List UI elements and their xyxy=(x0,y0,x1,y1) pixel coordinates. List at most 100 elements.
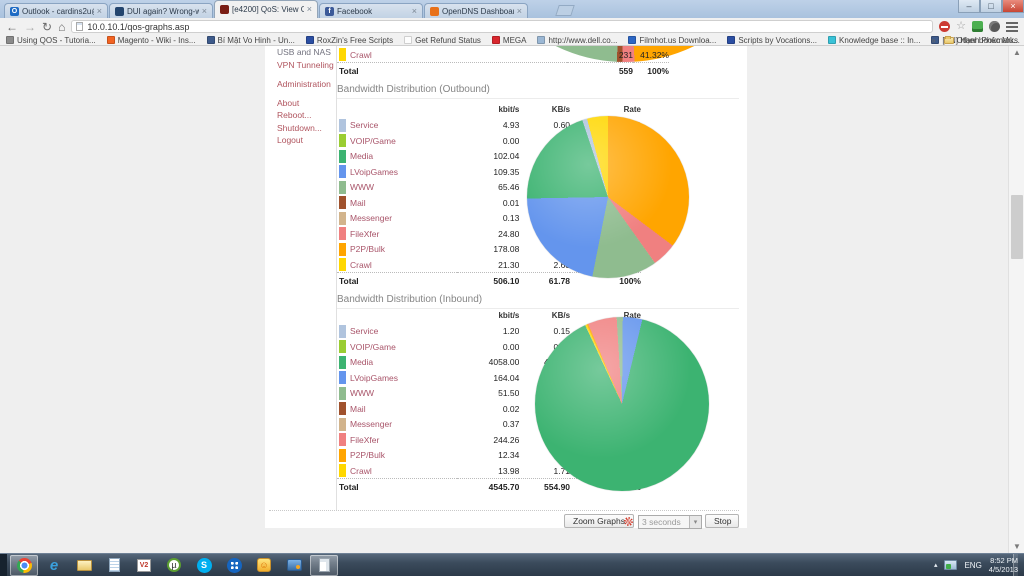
taskbar-app-icon[interactable] xyxy=(280,555,308,576)
scroll-up-icon[interactable]: ▲ xyxy=(1009,46,1024,59)
tab-close-icon[interactable]: × xyxy=(202,7,207,16)
sidebar-item[interactable]: Shutdown... xyxy=(277,123,335,133)
bookmark-star-icon[interactable]: ☆ xyxy=(956,21,966,32)
category-label: LVoipGames xyxy=(350,373,398,383)
kbit-value: 0.00 xyxy=(457,133,520,149)
tab-favicon xyxy=(220,5,229,14)
category-label: Service xyxy=(350,120,378,130)
chevron-down-icon: ▾ xyxy=(689,516,701,528)
category-label: WWW xyxy=(350,182,374,192)
taskbar-app-icon[interactable] xyxy=(100,555,128,576)
browser-tab[interactable]: DUI again? Wrong-way cr... × xyxy=(109,3,213,18)
bookmark-favicon xyxy=(492,36,500,44)
bookmark-item[interactable]: Using QOS - Tutoria... xyxy=(6,36,96,45)
taskbar-app-icon[interactable] xyxy=(70,555,98,576)
vertical-scrollbar[interactable]: ▲ ▼ xyxy=(1008,46,1024,553)
close-button[interactable]: × xyxy=(1002,0,1024,13)
bookmark-item[interactable]: [VN] Hạnh Phúc Mu... xyxy=(931,36,1019,45)
sidebar-item[interactable]: Reboot... xyxy=(277,110,335,120)
browser-tab[interactable]: O Outlook - cardins2u@liv... × xyxy=(4,3,108,18)
sidebar-item[interactable]: Administration xyxy=(277,79,335,89)
category-swatch xyxy=(339,243,346,256)
forward-icon[interactable]: → xyxy=(24,21,36,33)
sidebar-item[interactable]: USB and NAS xyxy=(277,47,335,57)
app-glyph: e xyxy=(50,558,58,573)
back-icon[interactable]: ← xyxy=(6,21,18,33)
taskbar-app-icon[interactable]: ☺ xyxy=(250,555,278,576)
app-glyph: ☺ xyxy=(257,558,271,572)
kbit-value: 4.93 xyxy=(457,118,520,134)
taskbar-app-icon[interactable]: S xyxy=(190,555,218,576)
sidebar-item[interactable]: Logout xyxy=(277,135,335,145)
category-label: P2P/Bulk xyxy=(350,450,385,460)
tab-title: Outlook - cardins2u@liv... xyxy=(22,7,94,16)
category-label: VOIP/Game xyxy=(350,342,396,352)
stop-button[interactable]: Stop xyxy=(705,514,739,528)
green-extension-icon[interactable] xyxy=(972,21,983,32)
network-icon[interactable] xyxy=(944,560,957,570)
category-swatch xyxy=(339,371,346,384)
scroll-down-icon[interactable]: ▼ xyxy=(1009,540,1024,553)
url-text[interactable]: 10.0.10.1/qos-graphs.asp xyxy=(87,22,189,32)
tab-title: DUI again? Wrong-way cr... xyxy=(127,7,199,16)
start-button-edge[interactable] xyxy=(0,554,7,576)
sidebar-item[interactable]: About xyxy=(277,98,335,108)
tray-expand-icon[interactable]: ▴ xyxy=(934,561,938,569)
home-icon[interactable]: ⌂ xyxy=(58,21,65,33)
browser-tab[interactable]: f Facebook × xyxy=(319,3,423,18)
bookmark-item[interactable]: Scripts by Vocations... xyxy=(727,36,817,45)
category-label: FileXfer xyxy=(350,229,379,239)
tab-close-icon[interactable]: × xyxy=(412,7,417,16)
taskbar-app-icon[interactable]: µ xyxy=(160,555,188,576)
category-swatch xyxy=(339,402,346,415)
kbit-value: 4058.00 xyxy=(457,355,520,371)
bookmark-favicon xyxy=(628,36,636,44)
language-indicator[interactable]: ENG xyxy=(964,561,981,570)
taskbar-app-icon[interactable] xyxy=(220,555,248,576)
category-swatch xyxy=(339,196,346,209)
bookmark-item[interactable]: http://www.dell.co... xyxy=(537,36,617,45)
kbit-value: 0.37 xyxy=(457,417,520,433)
bookmark-favicon xyxy=(207,36,215,44)
tab-close-icon[interactable]: × xyxy=(97,7,102,16)
category-swatch xyxy=(339,165,346,178)
kbit-value: 0.00 xyxy=(457,339,520,355)
category-swatch xyxy=(339,150,346,163)
taskbar-app-icon[interactable] xyxy=(310,555,338,576)
scrollbar-thumb[interactable] xyxy=(1011,195,1023,259)
browser-tab[interactable]: [e4200] QoS: View Graphs × xyxy=(214,0,318,18)
kbit-value: 109.35 xyxy=(457,164,520,180)
refresh-interval-select[interactable]: 3 seconds ▾ xyxy=(638,515,702,529)
app-glyph xyxy=(319,558,330,572)
reload-icon[interactable]: ↻ xyxy=(42,21,52,33)
bookmark-item[interactable]: Bí Mật Vo Hinh - Un... xyxy=(207,36,295,45)
tab-title: Facebook xyxy=(337,7,409,16)
bookmark-item[interactable]: Filmhot.us Downloa... xyxy=(628,36,716,45)
chrome-menu-icon[interactable] xyxy=(1006,22,1018,32)
category-label: LVoipGames xyxy=(350,167,398,177)
bookmark-label: [VN] Hạnh Phúc Mu... xyxy=(942,36,1019,45)
router-page-content: USB and NAS VPN Tunneling Administration… xyxy=(265,46,747,528)
bookmark-item[interactable]: Knowledge base :: In... xyxy=(828,36,920,45)
bookmark-item[interactable]: RoxZin's Free Scripts xyxy=(306,36,393,45)
show-desktop-button[interactable] xyxy=(1013,554,1018,576)
adblock-extension-icon[interactable] xyxy=(939,21,950,32)
taskbar-app-icon[interactable] xyxy=(10,555,38,576)
bookmark-item[interactable]: MEGA xyxy=(492,36,527,45)
new-tab-button[interactable] xyxy=(555,5,575,16)
address-bar[interactable]: 10.0.10.1/qos-graphs.asp xyxy=(71,20,933,33)
taskbar-app-icon[interactable]: e xyxy=(40,555,68,576)
taskbar-app-icon[interactable]: V2 xyxy=(130,555,158,576)
maximize-button[interactable]: □ xyxy=(980,0,1002,13)
tab-close-icon[interactable]: × xyxy=(517,7,522,16)
category-swatch xyxy=(339,464,346,477)
sidebar-item[interactable]: VPN Tunneling xyxy=(277,60,335,70)
tab-close-icon[interactable]: × xyxy=(307,5,312,14)
bookmark-item[interactable]: Magento - Wiki - Ins... xyxy=(107,36,196,45)
gray-extension-icon[interactable] xyxy=(989,21,1000,32)
browser-tab[interactable]: OpenDNS Dashboard × xyxy=(424,3,528,18)
kbit-value: 65.46 xyxy=(457,180,520,196)
tab-title: [e4200] QoS: View Graphs xyxy=(232,5,304,14)
bookmark-item[interactable]: Get Refund Status xyxy=(404,36,481,45)
minimize-button[interactable]: – xyxy=(958,0,980,13)
